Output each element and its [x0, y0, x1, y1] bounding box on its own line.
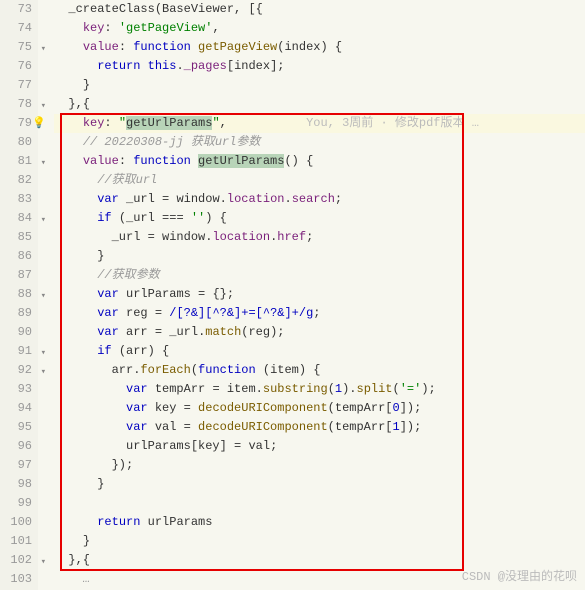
line-number: 98 [0, 475, 32, 494]
code-line[interactable]: … [54, 570, 585, 589]
code-line[interactable]: //获取参数 [54, 266, 585, 285]
code-line[interactable]: var tempArr = item.substring(1).split('=… [54, 380, 585, 399]
code-line[interactable]: _url = window.location.href; [54, 228, 585, 247]
code-line[interactable] [54, 494, 585, 513]
code-line[interactable]: return this._pages[index]; [54, 57, 585, 76]
line-number: 94 [0, 399, 32, 418]
line-number: 82 [0, 171, 32, 190]
code-line[interactable]: } [54, 475, 585, 494]
code-line[interactable]: key: 'getPageView', [54, 19, 585, 38]
line-number: 83 [0, 190, 32, 209]
line-number: 90 [0, 323, 32, 342]
line-number: 73 [0, 0, 32, 19]
line-number: 102▾ [0, 551, 32, 570]
code-line[interactable]: }); [54, 456, 585, 475]
line-number: 101 [0, 532, 32, 551]
code-line[interactable]: _createClass(BaseViewer, [{ [54, 0, 585, 19]
code-line[interactable]: var arr = _url.match(reg); [54, 323, 585, 342]
code-line[interactable]: var val = decodeURIComponent(tempArr[1])… [54, 418, 585, 437]
line-number: 95 [0, 418, 32, 437]
line-number: 96 [0, 437, 32, 456]
code-area[interactable]: _createClass(BaseViewer, [{ key: 'getPag… [38, 0, 585, 590]
code-line[interactable]: arr.forEach(function (item) { [54, 361, 585, 380]
line-number: 86 [0, 247, 32, 266]
code-editor[interactable]: 737475▾767778▾79💡8081▾828384▾85868788▾89… [0, 0, 585, 590]
code-line[interactable]: value: function getUrlParams() { [54, 152, 585, 171]
code-line[interactable]: var _url = window.location.search; [54, 190, 585, 209]
line-number: 79💡 [0, 114, 32, 133]
line-number: 103 [0, 570, 32, 589]
line-number: 77 [0, 76, 32, 95]
line-number-gutter: 737475▾767778▾79💡8081▾828384▾85868788▾89… [0, 0, 38, 590]
line-number: 93 [0, 380, 32, 399]
line-number: 81▾ [0, 152, 32, 171]
code-line[interactable]: //获取url [54, 171, 585, 190]
line-number: 74 [0, 19, 32, 38]
code-line[interactable]: },{ [54, 551, 585, 570]
line-number: 92▾ [0, 361, 32, 380]
code-line[interactable]: return urlParams [54, 513, 585, 532]
code-line[interactable]: urlParams[key] = val; [54, 437, 585, 456]
line-number: 100 [0, 513, 32, 532]
code-line[interactable]: var key = decodeURIComponent(tempArr[0])… [54, 399, 585, 418]
line-number: 80 [0, 133, 32, 152]
code-line[interactable]: var urlParams = {}; [54, 285, 585, 304]
line-number: 76 [0, 57, 32, 76]
line-number: 85 [0, 228, 32, 247]
line-number: 99 [0, 494, 32, 513]
code-line[interactable]: // 20220308-jj 获取url参数 [54, 133, 585, 152]
line-number: 78▾ [0, 95, 32, 114]
code-line[interactable]: value: function getPageView(index) { [54, 38, 585, 57]
code-line[interactable]: var reg = /[?&][^?&]+=[^?&]+/g; [54, 304, 585, 323]
line-number: 88▾ [0, 285, 32, 304]
line-number: 91▾ [0, 342, 32, 361]
line-number: 89 [0, 304, 32, 323]
code-line[interactable]: } [54, 247, 585, 266]
line-number: 75▾ [0, 38, 32, 57]
code-line[interactable]: if (_url === '') { [54, 209, 585, 228]
line-number: 84▾ [0, 209, 32, 228]
code-line[interactable]: key: "getUrlParams", You, 3周前 · 修改pdf版本 … [54, 114, 585, 133]
code-line[interactable]: if (arr) { [54, 342, 585, 361]
line-number: 97 [0, 456, 32, 475]
code-line[interactable]: } [54, 532, 585, 551]
code-line[interactable]: } [54, 76, 585, 95]
code-line[interactable]: },{ [54, 95, 585, 114]
line-number: 87 [0, 266, 32, 285]
